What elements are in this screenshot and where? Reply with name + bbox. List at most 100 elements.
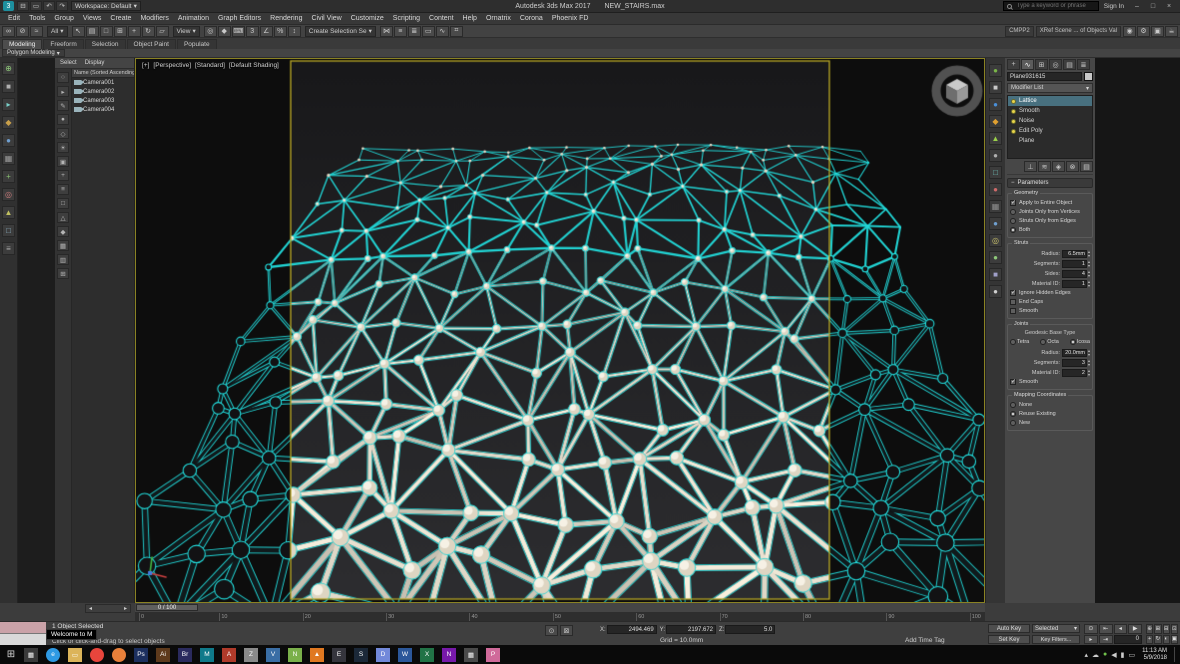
percent-snap-icon[interactable]: %: [274, 26, 287, 37]
zoom-region-icon[interactable]: ⊡: [1171, 624, 1178, 634]
material-editor-icon[interactable]: ◉: [1123, 26, 1136, 37]
dock-icon[interactable]: ●: [989, 217, 1002, 230]
visibility-bulb-icon[interactable]: [1011, 129, 1016, 134]
struts-smooth-checkbox[interactable]: Smooth: [1010, 307, 1090, 315]
notifications-icon[interactable]: ▭: [1128, 651, 1135, 659]
select-object-icon[interactable]: ↖: [72, 26, 85, 37]
word-icon[interactable]: W: [398, 648, 412, 662]
camera-row[interactable]: Camera003: [72, 96, 134, 105]
option-box[interactable]: [1010, 290, 1016, 296]
minimize-button[interactable]: –: [1129, 1, 1145, 12]
curve-editor-icon[interactable]: ∿: [436, 26, 449, 37]
camera-row[interactable]: Camera004: [72, 105, 134, 114]
show-desktop-button[interactable]: [1174, 647, 1178, 662]
option-box[interactable]: [1010, 411, 1016, 417]
dock-tool-icon[interactable]: ◆: [2, 116, 15, 129]
octa-radio[interactable]: Octa: [1040, 338, 1059, 346]
tetra-radio[interactable]: Tetra: [1010, 338, 1029, 346]
notepad-icon[interactable]: N: [288, 648, 302, 662]
menu-help[interactable]: Help: [459, 15, 481, 22]
coordinate-field[interactable]: 5.0: [725, 625, 775, 634]
next-frame-icon[interactable]: ▸: [1084, 635, 1098, 645]
epic-games-icon[interactable]: E: [332, 648, 346, 662]
display-geometry-icon[interactable]: ●: [57, 114, 69, 125]
option-box[interactable]: [1040, 339, 1046, 345]
visibility-bulb-icon[interactable]: [1011, 119, 1016, 124]
spinner-arrows[interactable]: ▴▾: [1088, 359, 1090, 366]
rendered-frame-icon[interactable]: ▣: [1151, 26, 1164, 37]
display-bones-icon[interactable]: ◆: [57, 226, 69, 237]
menu-corona[interactable]: Corona: [516, 15, 547, 22]
mapping-none-radio[interactable]: None: [1010, 401, 1090, 409]
option-box[interactable]: [1010, 227, 1016, 233]
region-select-icon[interactable]: □: [100, 26, 113, 37]
ignore-hidden-edges-checkbox[interactable]: Ignore Hidden Edges: [1010, 289, 1090, 297]
menu-rendering[interactable]: Rendering: [266, 15, 306, 22]
go-to-start-icon[interactable]: ⇤: [1099, 624, 1113, 634]
display-helpers-icon[interactable]: +: [57, 170, 69, 181]
onedrive-icon[interactable]: ☁: [1092, 651, 1099, 659]
dock-tool-icon[interactable]: □: [2, 224, 15, 237]
option-box[interactable]: [1010, 339, 1016, 345]
display-containers-icon[interactable]: ▦: [57, 240, 69, 251]
spinner-field[interactable]: 6.5mm: [1062, 250, 1087, 258]
antivirus-icon[interactable]: ●: [1103, 651, 1107, 658]
modifier-smooth[interactable]: Smooth: [1008, 106, 1092, 116]
steam-icon[interactable]: S: [354, 648, 368, 662]
option-box[interactable]: [1070, 339, 1076, 345]
dock-icon[interactable]: ▲: [989, 132, 1002, 145]
icosa-radio[interactable]: Icosa: [1070, 338, 1090, 346]
menu-modifiers[interactable]: Modifiers: [136, 15, 172, 22]
illustrator-icon[interactable]: Ai: [156, 648, 170, 662]
panel-polygon-modeling[interactable]: Polygon Modeling ▾: [2, 49, 65, 57]
unlink-icon[interactable]: ⊘: [16, 26, 29, 37]
vlc-icon[interactable]: ▲: [310, 648, 324, 662]
signin-button[interactable]: Sign In: [1104, 3, 1124, 10]
paint-icon[interactable]: P: [486, 648, 500, 662]
apply-entire-object-checkbox[interactable]: Apply to Entire Object: [1010, 199, 1090, 207]
menu-group[interactable]: Group: [50, 15, 77, 22]
dock-icon[interactable]: □: [989, 166, 1002, 179]
dock-icon[interactable]: ●: [989, 64, 1002, 77]
dock-icon[interactable]: ●: [989, 149, 1002, 162]
named-selection-sets-dropdown[interactable]: Create Selection Se ▾: [305, 26, 376, 37]
zoom-all-icon[interactable]: ⊞: [1154, 624, 1161, 634]
menu-edit[interactable]: Edit: [4, 15, 24, 22]
play-icon[interactable]: ▶: [1128, 624, 1142, 634]
dock-icon[interactable]: ●: [989, 183, 1002, 196]
calculator-icon[interactable]: ▦: [464, 648, 478, 662]
object-color-swatch[interactable]: [1084, 72, 1093, 81]
menu-customize[interactable]: Customize: [347, 15, 388, 22]
workspace-selector[interactable]: Workspace: Default ▾: [71, 1, 141, 11]
spinner-field[interactable]: 3: [1062, 359, 1087, 367]
joints-only-radio[interactable]: Joints Only from Vertices: [1010, 208, 1090, 216]
joints-smooth-checkbox[interactable]: Smooth: [1010, 378, 1090, 386]
dock-tool-icon[interactable]: +: [2, 170, 15, 183]
option-box[interactable]: [1010, 218, 1016, 224]
spinner-arrows[interactable]: ▴▾: [1088, 349, 1090, 356]
option-box[interactable]: [1010, 299, 1016, 305]
reference-coordinate-dropdown[interactable]: View ▾: [173, 26, 200, 37]
network-icon[interactable]: ▮: [1121, 651, 1125, 659]
spinner-arrows[interactable]: ▴▾: [1088, 369, 1090, 376]
zbrush-icon[interactable]: Z: [244, 648, 258, 662]
keyboard-override-icon[interactable]: ⌨: [232, 26, 245, 37]
app-icon[interactable]: 3: [3, 1, 14, 11]
make-unique-icon[interactable]: ◈: [1052, 161, 1065, 172]
modifier-noise[interactable]: Noise: [1008, 116, 1092, 126]
pick-mode-icon[interactable]: ▸: [57, 86, 69, 97]
menu-scripting[interactable]: Scripting: [389, 15, 424, 22]
angle-snap-icon[interactable]: ∠: [260, 26, 273, 37]
visibility-bulb-icon[interactable]: [1011, 99, 1016, 104]
hierarchy-tab[interactable]: ⊞: [1035, 59, 1048, 70]
create-tab[interactable]: +: [1007, 59, 1020, 70]
camera-row[interactable]: Camera001: [72, 78, 134, 87]
spinner-arrows[interactable]: ▴▾: [1088, 250, 1090, 257]
dock-tool-icon[interactable]: ⊕: [2, 62, 15, 75]
spinner-field[interactable]: 2: [1062, 369, 1087, 377]
dock-icon[interactable]: ●: [989, 251, 1002, 264]
parameters-rollout-header[interactable]: − Parameters: [1007, 178, 1093, 188]
display-lights-icon[interactable]: ☀: [57, 142, 69, 153]
start-button[interactable]: ⊞: [2, 647, 20, 662]
explorer-menu-select[interactable]: Select: [57, 60, 80, 66]
